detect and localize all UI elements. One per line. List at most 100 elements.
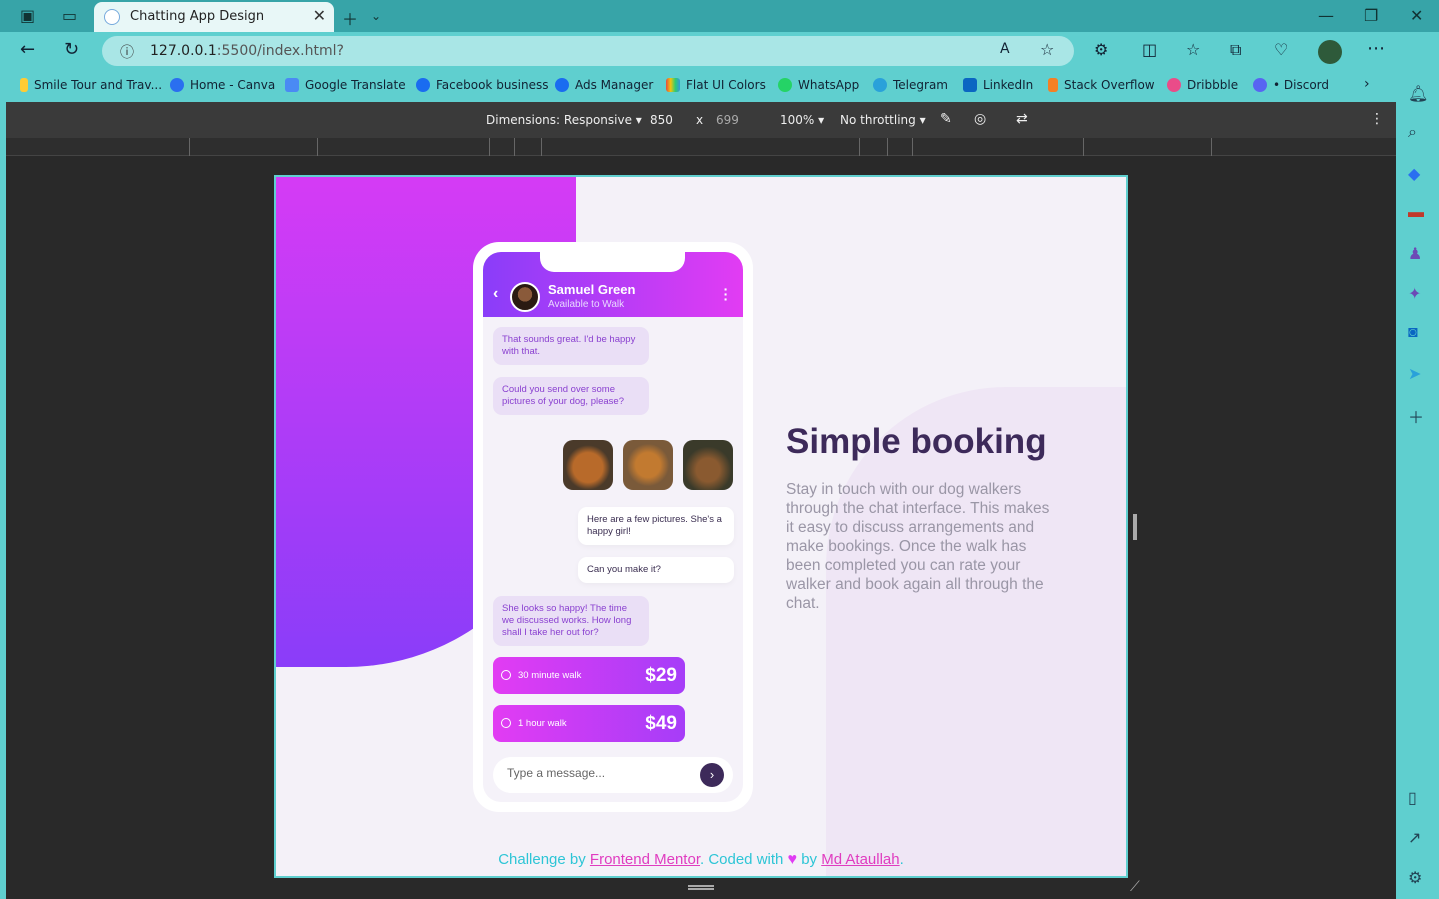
author-link[interactable]: Md Ataullah [821, 851, 899, 868]
chevron-left-icon[interactable]: ‹ [493, 285, 498, 303]
bookmarks-more-chevron-icon[interactable]: › [1364, 76, 1370, 92]
split-screen-icon[interactable]: ◫ [1142, 40, 1157, 59]
bookmark-label: Home - Canva [190, 78, 276, 92]
send-arrow-icon[interactable]: › [700, 763, 724, 787]
favorite-star-icon[interactable]: ☆ [1040, 40, 1054, 59]
bookmark-whatsapp[interactable]: WhatsApp [778, 78, 859, 92]
drop-icon[interactable]: ➤ [1408, 364, 1421, 384]
back-icon[interactable]: ← [20, 39, 35, 60]
resize-handle-bottom[interactable] [688, 885, 714, 890]
zoom-select[interactable]: 100% ▾ [780, 113, 824, 127]
notification-bell-icon[interactable]: 🔔︎ [1408, 84, 1428, 104]
add-sidebar-app-icon[interactable]: ＋ [1408, 404, 1424, 428]
bookmark-smile-tour[interactable]: Smile Tour and Trav... [20, 78, 162, 92]
bookmark-label: Ads Manager [575, 78, 654, 92]
performance-icon[interactable]: ♡ [1274, 40, 1288, 59]
bookmark-label: Stack Overflow [1064, 78, 1155, 92]
restore-icon[interactable]: ❐ [1364, 6, 1378, 25]
games-icon[interactable]: ♟ [1408, 244, 1422, 264]
profile-avatar[interactable] [1318, 40, 1342, 64]
shopping-tag-icon[interactable]: ◆ [1408, 164, 1420, 184]
bookmark-telegram[interactable]: Telegram [873, 78, 948, 92]
frontend-mentor-link[interactable]: Frontend Mentor [590, 851, 700, 868]
offer-label: 1 hour walk [518, 718, 567, 729]
workspaces-icon[interactable]: ▣ [20, 6, 35, 25]
more-vertical-icon[interactable]: · · · [723, 282, 729, 306]
dog-photo[interactable] [563, 440, 613, 490]
bookmark-label: Flat UI Colors [686, 78, 766, 92]
refresh-icon[interactable]: ↻ [64, 39, 79, 60]
resize-handle-right[interactable] [1133, 514, 1137, 540]
collections-icon[interactable]: ⧉ [1230, 40, 1241, 60]
contact-status: Available to Walk [548, 299, 625, 310]
dog-photo[interactable] [683, 440, 733, 490]
avatar [510, 282, 540, 312]
offer-1-hour[interactable]: 1 hour walk $49 [493, 705, 685, 742]
url-field[interactable]: ⓘ 127.0.0.1:5500/index.html? A ☆ [102, 36, 1074, 66]
search-icon[interactable]: ⌕ [1408, 124, 1417, 142]
read-aloud-icon[interactable]: A [1000, 41, 1010, 57]
outlook-icon[interactable]: ◙ [1408, 324, 1418, 342]
bookmark-linkedin[interactable]: LinkedIn [963, 78, 1033, 92]
url-host: 127.0.0.1 [150, 43, 217, 59]
close-window-icon[interactable]: ✕ [1410, 6, 1423, 25]
favorites-icon[interactable]: ☆ [1186, 40, 1200, 59]
bookmark-discord[interactable]: • Discord [1253, 78, 1329, 92]
offer-30-minute[interactable]: 30 minute walk $29 [493, 657, 685, 694]
more-options-icon[interactable]: ⋯ [1367, 38, 1385, 59]
bookmark-ads-manager[interactable]: Ads Manager [555, 78, 653, 92]
close-tab-icon[interactable]: ✕ [313, 6, 326, 26]
footer-suffix: . [899, 851, 904, 868]
active-tab[interactable]: Chatting App Design ✕ [94, 2, 334, 32]
dog-photo[interactable] [623, 440, 673, 490]
times-sign: x [696, 113, 704, 127]
radio-circle-icon[interactable] [501, 718, 511, 728]
site-info-icon[interactable]: ⓘ [120, 42, 134, 62]
rotate-icon[interactable]: ⇄ [1016, 111, 1028, 127]
bookmark-facebook-business[interactable]: Facebook business [416, 78, 549, 92]
bookmark-stack-overflow[interactable]: Stack Overflow [1048, 78, 1155, 92]
hide-sidebar-icon[interactable]: ▯ [1408, 788, 1417, 808]
resize-corner-icon[interactable]: ⟋ [1130, 878, 1140, 895]
bookmark-label: LinkedIn [983, 78, 1034, 92]
bookmark-flat-ui-colors[interactable]: Flat UI Colors [666, 78, 766, 92]
tab-list-chevron-icon[interactable]: ⌄ [371, 9, 381, 23]
external-link-icon[interactable]: ↗ [1408, 828, 1421, 848]
bookmark-canva[interactable]: Home - Canva [170, 78, 275, 92]
message-input[interactable] [507, 766, 687, 780]
phone-screen: ‹ Samuel Green Available to Walk · · · Tha… [483, 252, 743, 802]
device-toolbar: Dimensions: Responsive ▾ 850 x 699 100% … [6, 102, 1396, 138]
media-query-ruler[interactable] [6, 138, 1396, 156]
url-path: :5500/index.html? [216, 43, 344, 59]
vision-icon[interactable]: ◎ [974, 111, 986, 127]
device-menu-icon[interactable]: ⋮ [1370, 111, 1384, 127]
extensions-icon[interactable]: ⚙ [1094, 40, 1108, 59]
copilot-sidebar-icon[interactable]: ✦ [1408, 284, 1421, 304]
throttling-label: No throttling [840, 113, 916, 127]
bookmarks-bar: Smile Tour and Trav... Home - Canva Goog… [0, 70, 1439, 102]
bookmark-dribbble[interactable]: Dribbble [1167, 78, 1238, 92]
footer-prefix: Challenge by [498, 851, 586, 868]
sidebar-settings-icon[interactable]: ⚙ [1408, 868, 1422, 888]
intro-text: Stay in touch with our dog walkers throu… [786, 481, 1050, 612]
new-tab-icon[interactable]: ＋ [342, 6, 358, 30]
height-input[interactable]: 699 [716, 113, 739, 127]
minimize-icon[interactable]: — [1318, 6, 1334, 25]
heart-icon: ♥ [787, 851, 798, 868]
throttling-select[interactable]: No throttling ▾ [840, 113, 926, 127]
url-text: 127.0.0.1:5500/index.html? [150, 43, 344, 59]
tab-actions-icon[interactable]: ▭ [62, 6, 77, 25]
bookmark-label: Dribbble [1187, 78, 1239, 92]
width-input[interactable]: 850 [650, 113, 673, 127]
bookmark-label: Telegram [893, 78, 948, 92]
message-outgoing: Here are a few pictures. She's a happy g… [578, 507, 734, 545]
footer-middle: . Coded with [699, 851, 784, 868]
dimensions-select[interactable]: Dimensions: Responsive ▾ [486, 113, 642, 127]
radio-circle-icon[interactable] [501, 670, 511, 680]
message-outgoing: Can you make it? [578, 557, 734, 583]
eyedropper-icon[interactable]: ✎ [940, 111, 952, 127]
bookmark-label: WhatsApp [798, 78, 860, 92]
bookmark-google-translate[interactable]: Google Translate [285, 78, 406, 92]
offer-price: $29 [645, 665, 677, 686]
tools-briefcase-icon[interactable]: ▬ [1408, 204, 1424, 222]
